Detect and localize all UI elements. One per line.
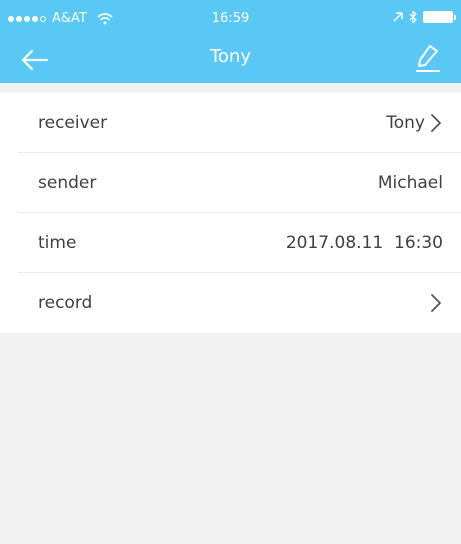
detail-list: receiver Tony sender Michael time 2017.0…	[0, 93, 461, 333]
edit-button[interactable]	[411, 40, 445, 76]
status-right	[393, 11, 456, 23]
row-value-group: 2017.08.11 16:30	[286, 233, 443, 253]
location-arrow-icon	[393, 12, 403, 22]
chevron-right-icon	[431, 114, 441, 132]
bluetooth-icon	[409, 11, 417, 23]
row-value: Tony	[386, 113, 425, 133]
battery-icon	[423, 11, 456, 23]
status-time: 16:59	[211, 11, 250, 26]
row-label: time	[38, 233, 77, 253]
row-value-group	[429, 292, 443, 314]
page-title: Tony	[209, 46, 251, 67]
record-row[interactable]: record	[0, 273, 461, 333]
app-header: A&AT 16:59 Tony	[0, 0, 461, 83]
sender-row: sender Michael	[0, 153, 461, 213]
status-bar: A&AT 16:59	[0, 0, 461, 38]
row-value-group: Michael	[378, 173, 443, 193]
row-label: record	[38, 293, 93, 313]
pen-icon	[416, 45, 440, 72]
row-label: receiver	[38, 113, 108, 133]
row-value: Michael	[377, 173, 443, 193]
nav-bar: Tony	[0, 38, 461, 83]
chevron-right-icon	[431, 294, 441, 312]
row-label: sender	[38, 173, 97, 193]
receiver-row[interactable]: receiver Tony	[0, 93, 461, 153]
time-row: time 2017.08.11 16:30	[0, 213, 461, 273]
row-value: 2017.08.11 16:30	[285, 233, 443, 253]
row-value-group: Tony	[386, 112, 443, 134]
